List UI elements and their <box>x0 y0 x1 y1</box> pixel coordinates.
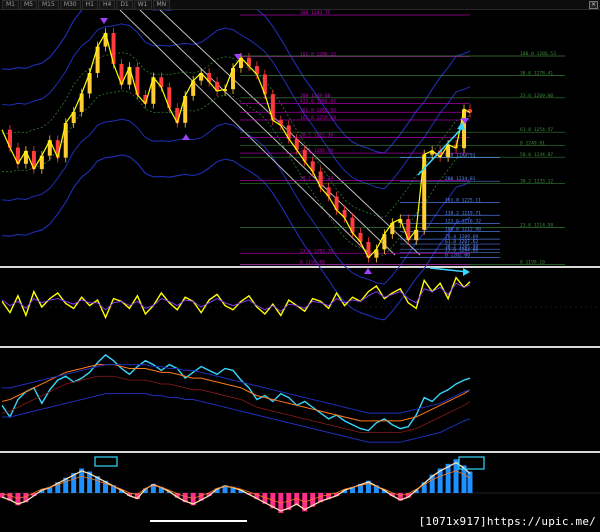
fib-level-label-18: 161.8 1225.11 <box>445 197 481 203</box>
fib-level-label-11: 0 1249.01 <box>520 140 545 146</box>
fib-level-label-2: 100.0 1286.53 <box>520 51 556 57</box>
fib-level-label-13: 50.0 1244.07 <box>520 152 553 158</box>
fib-level-label-7: 261.8 1262.92 <box>300 107 336 113</box>
histogram-bar-59 <box>467 471 473 493</box>
timeframe-h1-button[interactable]: H1 <box>81 0 98 10</box>
fib-level-label-1: 161.8 1286.32 <box>300 52 336 58</box>
fib-level-label-10: 38.2 1252.30 <box>300 133 333 139</box>
projection-arrow-right <box>429 267 469 273</box>
price-lower-band <box>1 118 471 285</box>
fib-level-label-9: 61.8 1254.57 <box>520 127 553 133</box>
fib-level-label-8: 161.8 1259.68 <box>300 115 336 121</box>
close-button[interactable]: × <box>589 1 598 9</box>
fib-level-label-28: 23.6 1203.76 <box>300 248 333 254</box>
trend-red-band <box>1 375 471 433</box>
timeframe-mn-button[interactable]: MN <box>152 0 171 10</box>
price-outer-lower-band <box>1 154 471 321</box>
fractal-marker-3 <box>364 268 372 274</box>
fractal-marker-2 <box>182 134 190 140</box>
projection-arrow-up <box>417 127 463 176</box>
fib-level-label-19: 138.2 1219.71 <box>445 210 481 216</box>
fib-level-label-29: 0 1199.10 <box>520 259 545 265</box>
timeframe-m15-button[interactable]: M15 <box>38 0 59 10</box>
trend-series-1 <box>1 353 471 432</box>
timeframe-d1-button[interactable]: D1 <box>116 0 133 10</box>
timeframe-w1-button[interactable]: W1 <box>133 0 152 10</box>
chart-canvas: 300 1303.75 161.8 1286.32 100.0 1286.53 38.… <box>0 10 600 522</box>
fib-level-label-21: 23.6 1214.58 <box>520 222 553 228</box>
fib-level-label-24: 61.8 1207.62 <box>445 239 478 245</box>
highlight-box-left <box>94 456 118 467</box>
timeframe-buttons: M1 M5 M15 M30 H1 H4 D1 W1 MN <box>2 0 171 10</box>
timeframe-h4-button[interactable]: H4 <box>98 0 116 10</box>
timeframe-m30-button[interactable]: M30 <box>59 0 81 10</box>
fib-level-label-22: 100.0 1212.90 <box>445 226 481 232</box>
trend-series-3 <box>2 364 471 414</box>
fib-level-label-20: 123.6 1216.32 <box>445 218 481 224</box>
projection-arrow-right-head <box>463 268 470 276</box>
trend-lower-band <box>2 393 471 443</box>
oscillator-series-1 <box>1 276 471 320</box>
timeframe-toolbar: M1 M5 M15 M30 H1 H4 D1 W1 MN × <box>0 0 600 10</box>
timeframe-m5-button[interactable]: M5 <box>20 0 37 10</box>
fib-level-label-15: 200 1234.01 <box>445 176 476 182</box>
price-upper-band <box>1 23 471 190</box>
fib-level-label-3: 38.6 1278.41 <box>520 70 553 76</box>
fib-level-label-17: 38.2 1233.12 <box>520 178 553 184</box>
watermark-text: [1071x917]https://upic.me/ <box>418 515 596 528</box>
timeframe-m1-button[interactable]: M1 <box>2 0 19 10</box>
fib-level-label-5: 23.6 1269.00 <box>520 93 553 99</box>
fib-level-label-0: 300 1303.75 <box>300 10 331 16</box>
fractal-marker-0 <box>100 18 108 24</box>
fib-level-label-30: 0 1199.00 <box>300 260 325 266</box>
fib-level-label-6: 423.6 1266.62 <box>300 98 336 104</box>
